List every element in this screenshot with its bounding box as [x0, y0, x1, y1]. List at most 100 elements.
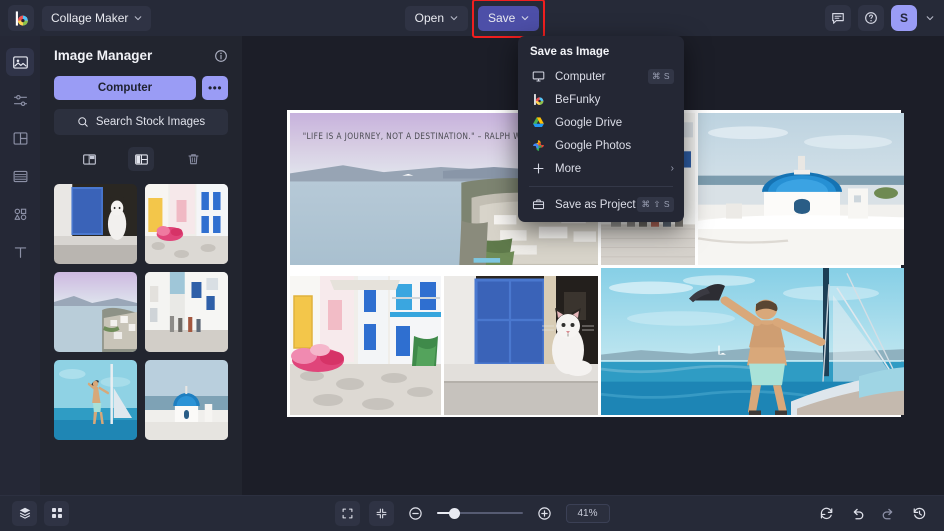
menu-item-google-drive[interactable]: Google Drive [518, 111, 684, 134]
tool-rail [0, 36, 40, 495]
redo-button[interactable] [876, 501, 901, 526]
collage-cell-boat[interactable] [601, 268, 904, 415]
save-menu-title: Save as Image [530, 46, 610, 58]
collage-cell-dome[interactable] [698, 113, 904, 265]
redo-icon [882, 508, 893, 519]
thumb-yellow-street[interactable] [145, 184, 228, 264]
menu-item-computer[interactable]: Computer ⌘ S [518, 65, 684, 88]
panel-header: Image Manager [54, 48, 228, 63]
zoom-in-button[interactable] [532, 501, 557, 526]
briefcase-icon [530, 198, 546, 211]
more-sources-label: ••• [207, 81, 223, 95]
zoom-level-display[interactable]: 41% [565, 503, 610, 523]
collage-cell-cat[interactable] [444, 276, 598, 415]
fill-cells-icon [82, 153, 96, 165]
search-stock-images-button[interactable]: Search Stock Images [54, 109, 228, 135]
fit-to-screen-button[interactable] [368, 500, 394, 526]
menu-item-label: Google Photos [555, 139, 632, 152]
document-title-label: Collage Maker [51, 11, 129, 25]
bottom-toolbar: 41% [0, 495, 944, 531]
rail-item-graphics[interactable] [6, 200, 34, 228]
chevron-down-icon [522, 16, 529, 21]
menu-item-google-photos[interactable]: Google Photos [518, 134, 684, 157]
search-stock-images-label: Search Stock Images [95, 116, 206, 128]
grid-icon [51, 508, 62, 518]
thumb-coastline[interactable] [54, 272, 137, 352]
avatar-initial: S [899, 11, 908, 25]
chevron-down-icon [135, 16, 142, 21]
top-header: Collage Maker Open Save S [0, 0, 944, 38]
chat-bubble-icon [832, 13, 844, 24]
rail-item-edit[interactable] [6, 86, 34, 114]
save-dropdown-menu: Save as Image Computer ⌘ S BeFunky Googl… [518, 36, 684, 222]
undo-icon [853, 508, 864, 519]
feedback-button[interactable] [825, 5, 851, 31]
grid-button[interactable] [44, 500, 69, 526]
account-menu-button[interactable] [924, 14, 936, 22]
swap-cells-icon [134, 153, 148, 165]
history-button[interactable] [907, 501, 932, 526]
panel-info-button[interactable] [214, 49, 228, 63]
upload-computer-button[interactable]: Computer [54, 76, 196, 100]
zoom-out-button[interactable] [403, 501, 428, 526]
rail-item-layouts[interactable] [6, 124, 34, 152]
menu-item-shortcut: ⌘ ⇧ S [637, 197, 674, 212]
toolbar-divider [0, 495, 944, 496]
plus-icon [530, 162, 546, 175]
bottom-right-tools [814, 501, 932, 526]
main-body: Image Manager Computer ••• Search Stock … [0, 36, 944, 495]
zoom-slider-handle[interactable] [448, 507, 460, 519]
layers-button[interactable] [12, 500, 37, 526]
user-avatar[interactable]: S [891, 5, 917, 31]
fill-cells-button[interactable] [76, 147, 102, 171]
menu-item-more[interactable]: More › [518, 157, 684, 180]
question-circle-icon [865, 12, 877, 24]
chevron-down-icon [450, 16, 458, 21]
open-button[interactable]: Open [404, 5, 468, 31]
menu-item-label: Google Drive [555, 116, 623, 129]
rail-item-text[interactable] [6, 238, 34, 266]
undo-button[interactable] [845, 501, 870, 526]
history-icon [913, 507, 926, 519]
cell-tools-row [54, 147, 228, 171]
layers-icon [19, 507, 30, 519]
rail-item-image-manager[interactable] [6, 48, 34, 76]
more-sources-button[interactable]: ••• [202, 76, 228, 100]
collage-cell-alley[interactable] [290, 276, 441, 415]
info-circle-icon [215, 49, 227, 62]
minus-circle-icon [408, 506, 422, 520]
source-buttons-row: Computer ••• [54, 76, 228, 100]
sliders-icon [13, 94, 27, 106]
thumb-cat-doorway[interactable] [54, 184, 137, 264]
befunky-home-button[interactable] [8, 5, 34, 31]
rail-item-textures[interactable] [6, 162, 34, 190]
save-button[interactable]: Save [478, 5, 540, 31]
thumb-narrow-street[interactable] [145, 272, 228, 352]
bottom-left-tools [12, 500, 69, 526]
delete-all-button[interactable] [180, 147, 206, 171]
befunky-logo-icon [530, 93, 546, 106]
fullscreen-button[interactable] [334, 500, 360, 526]
thumb-sailboat[interactable] [54, 360, 137, 440]
menu-item-save-as-project[interactable]: Save as Project ⌘ ⇧ S [518, 193, 684, 216]
menu-item-label: Save as Project [555, 198, 636, 211]
reset-button[interactable] [814, 501, 839, 526]
document-title-dropdown[interactable]: Collage Maker [42, 5, 152, 31]
save-button-label: Save [488, 11, 516, 25]
swap-cells-button[interactable] [128, 147, 154, 171]
image-manager-panel: Image Manager Computer ••• Search Stock … [40, 36, 242, 495]
menu-item-label: Computer [555, 70, 606, 83]
textures-icon [13, 170, 27, 182]
app-root: Collage Maker Open Save S Save as Image … [0, 0, 944, 531]
thumb-blue-dome[interactable] [145, 360, 228, 440]
layout-icon [13, 131, 27, 145]
help-button[interactable] [858, 5, 884, 31]
zoom-slider[interactable] [436, 506, 523, 520]
thumbnail-grid [54, 184, 228, 440]
collapse-icon [376, 508, 386, 518]
text-t-icon [14, 246, 26, 258]
menu-item-befunky[interactable]: BeFunky [518, 88, 684, 111]
google-photos-icon [530, 139, 546, 152]
expand-icon [342, 508, 352, 518]
save-button-wrapper: Save [472, 0, 546, 38]
